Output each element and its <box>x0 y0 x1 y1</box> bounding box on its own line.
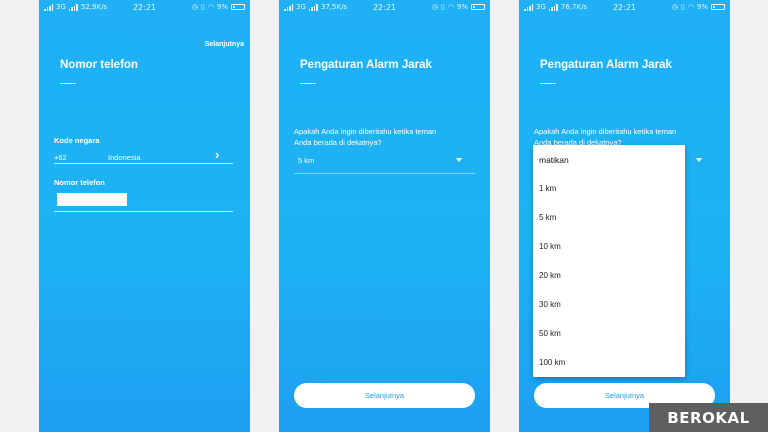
battery-icon <box>711 4 725 10</box>
dropdown-option-20km[interactable]: 20 km <box>533 261 685 290</box>
signal-icon <box>284 3 293 11</box>
page-title: Nomor telefon <box>60 59 138 71</box>
alarm-icon: ◷ <box>671 3 678 11</box>
watermark-logo: BEROKAL <box>649 403 768 432</box>
distance-dropdown-menu: matikan 1 km 5 km 10 km 20 km 30 km 50 k… <box>533 145 685 377</box>
alarm-icon: ◷ <box>431 3 438 11</box>
wifi-icon: ◠ <box>687 3 694 11</box>
question-line: Apakah Anda ingin diberitahu ketika tema… <box>294 127 437 136</box>
status-bar: 3G 37,5K/s 22:21 ◷ ▯ ◠ 9% <box>279 0 490 14</box>
battery-percent: 9% <box>216 3 228 11</box>
status-time: 22:21 <box>132 2 157 12</box>
battery-percent: 9% <box>456 3 468 11</box>
network-type: 3G <box>56 3 66 11</box>
status-bar: 3G 76,7K/s 22:21 ◷ ▯ ◠ 9% <box>519 0 730 14</box>
signal-icon <box>524 3 533 11</box>
vibrate-icon: ▯ <box>440 3 445 11</box>
signal-icon <box>68 3 78 11</box>
page-title: Pengaturan Alarm Jarak <box>300 59 432 71</box>
network-speed: 76,7K/s <box>560 3 588 11</box>
chevron-right-icon[interactable]: › <box>215 147 219 162</box>
battery-icon <box>471 4 485 10</box>
country-code-label: Kode negara <box>54 136 100 145</box>
phone-screen-alarm-settings: 3G 37,5K/s 22:21 ◷ ▯ ◠ 9% Pengaturan Ala… <box>279 0 490 432</box>
phone-underline <box>54 211 233 212</box>
phone-number-label: Nomor telefon <box>54 178 105 187</box>
question-line: Anda berada di dekatnya? <box>294 138 382 147</box>
vibrate-icon: ▯ <box>680 3 685 11</box>
distance-select[interactable]: 5 km <box>298 156 314 165</box>
signal-icon <box>308 3 318 11</box>
alarm-icon: ◷ <box>191 3 198 11</box>
signal-icon <box>44 3 53 11</box>
signal-icon <box>548 3 558 11</box>
country-name[interactable]: Indonesia <box>108 153 141 162</box>
status-bar: 3G 52,9K/s 22:21 ◷ ▯ ◠ 9% <box>39 0 250 14</box>
dropdown-arrow-icon[interactable] <box>456 158 462 162</box>
select-underline <box>294 173 475 174</box>
wifi-icon: ◠ <box>447 3 454 11</box>
network-speed: 52,9K/s <box>80 3 108 11</box>
question-line: Apakah Anda ingin diberitahu ketika tema… <box>534 127 677 136</box>
next-button[interactable]: Selanjutnya <box>294 383 475 408</box>
status-time: 22:21 <box>372 2 397 12</box>
title-underline <box>60 83 76 84</box>
title-underline <box>540 83 556 84</box>
dropdown-option-100km[interactable]: 100 km <box>533 348 685 377</box>
network-type: 3G <box>296 3 306 11</box>
title-underline <box>300 83 316 84</box>
phone-number-input[interactable] <box>57 193 127 206</box>
battery-percent: 9% <box>696 3 708 11</box>
vibrate-icon: ▯ <box>200 3 205 11</box>
dropdown-option-off[interactable]: matikan <box>533 145 685 174</box>
network-type: 3G <box>536 3 546 11</box>
dropdown-option-50km[interactable]: 50 km <box>533 319 685 348</box>
status-time: 22:21 <box>612 2 637 12</box>
country-code-value[interactable]: +62 <box>54 153 67 162</box>
next-link[interactable]: Selanjutnya <box>205 41 244 48</box>
battery-icon <box>231 4 245 10</box>
page-title: Pengaturan Alarm Jarak <box>540 59 672 71</box>
network-speed: 37,5K/s <box>320 3 348 11</box>
dropdown-option-30km[interactable]: 30 km <box>533 290 685 319</box>
phone-screen-country-code: 3G 52,9K/s 22:21 ◷ ▯ ◠ 9% Selanjutnya No… <box>39 0 250 432</box>
dropdown-option-5km[interactable]: 5 km <box>533 203 685 232</box>
question-text: Apakah Anda ingin diberitahu ketika tema… <box>294 126 479 148</box>
dropdown-arrow-icon[interactable] <box>696 158 702 162</box>
dropdown-option-10km[interactable]: 10 km <box>533 232 685 261</box>
dropdown-option-1km[interactable]: 1 km <box>533 174 685 203</box>
wifi-icon: ◠ <box>207 3 214 11</box>
country-underline <box>54 163 233 164</box>
